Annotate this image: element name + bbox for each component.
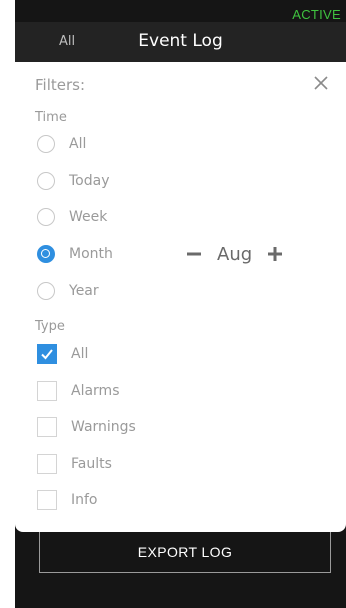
time-option-label: Year — [69, 283, 99, 299]
type-option-alarms[interactable]: Alarms — [37, 379, 120, 403]
filters-title: Filters: — [35, 76, 86, 94]
checkmark-icon — [41, 349, 53, 360]
app-frame: ACTIVE All Event Log Filters: Time All T… — [15, 0, 346, 608]
time-option-label: Today — [69, 173, 110, 189]
time-option-label: Month — [69, 246, 113, 262]
export-log-button[interactable]: EXPORT LOG — [39, 532, 331, 573]
month-stepper: Aug — [185, 242, 284, 266]
checkbox[interactable] — [37, 454, 57, 474]
time-option-all[interactable]: All — [37, 132, 86, 156]
time-option-label: All — [69, 136, 87, 152]
time-section-label: Time — [35, 110, 67, 125]
checkbox[interactable] — [37, 417, 57, 437]
type-option-all[interactable]: All — [37, 342, 88, 366]
page-title: Event Log — [138, 31, 223, 51]
close-icon[interactable] — [312, 74, 330, 92]
type-option-info[interactable]: Info — [37, 488, 98, 512]
month-value: Aug — [217, 243, 253, 265]
checkbox[interactable] — [37, 490, 57, 510]
radio-button[interactable] — [37, 208, 55, 226]
time-option-month[interactable]: Month — [37, 242, 113, 266]
filters-panel: Filters: Time All Today Week Month Year — [15, 62, 346, 532]
type-option-label: Warnings — [71, 419, 136, 435]
type-option-label: Faults — [71, 456, 112, 472]
radio-button[interactable] — [37, 282, 55, 300]
radio-button[interactable] — [37, 135, 55, 153]
radio-button-selected[interactable] — [37, 245, 55, 263]
type-option-label: Info — [71, 492, 98, 508]
type-option-warnings[interactable]: Warnings — [37, 415, 136, 439]
header-bar: All Event Log — [15, 22, 346, 62]
checkbox[interactable] — [37, 381, 57, 401]
time-option-today[interactable]: Today — [37, 169, 110, 193]
plus-icon[interactable] — [266, 245, 284, 263]
type-option-label: Alarms — [71, 383, 120, 399]
checkbox-checked[interactable] — [37, 344, 57, 364]
status-active-label: ACTIVE — [292, 7, 341, 22]
type-option-faults[interactable]: Faults — [37, 452, 112, 476]
type-section-label: Type — [35, 319, 65, 334]
time-option-year[interactable]: Year — [37, 279, 99, 303]
minus-icon[interactable] — [185, 245, 203, 263]
radio-button[interactable] — [37, 172, 55, 190]
time-option-label: Week — [69, 209, 108, 225]
time-option-week[interactable]: Week — [37, 205, 107, 229]
type-option-label: All — [71, 346, 89, 362]
